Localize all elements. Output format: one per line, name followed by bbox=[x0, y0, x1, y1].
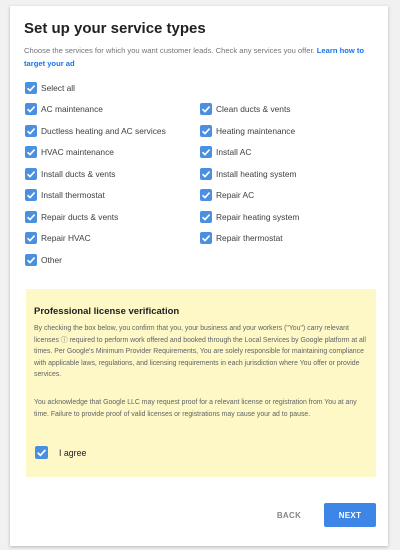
back-button[interactable]: BACK bbox=[266, 504, 312, 526]
service-right-4-label: Repair AC bbox=[216, 190, 255, 200]
service-right-6-label: Repair thermostat bbox=[216, 233, 283, 243]
checkmark-icon bbox=[26, 213, 36, 221]
agree-label: I agree bbox=[59, 448, 87, 458]
service-right-3-checkbox[interactable] bbox=[200, 167, 212, 180]
checkmark-icon bbox=[26, 170, 36, 178]
service-left-7-label: Other bbox=[41, 254, 62, 265]
service-left-2-label: HVAC maintenance bbox=[41, 147, 114, 157]
service-right-0-label: Clean ducts & vents bbox=[216, 104, 291, 114]
service-left-3-label: Install ducts & vents bbox=[41, 168, 116, 179]
checkmark-icon bbox=[201, 213, 211, 221]
service-left-5-label: Repair ducts & vents bbox=[41, 211, 119, 222]
service-left-0-checkbox[interactable] bbox=[25, 103, 37, 115]
service-left-4-checkbox[interactable] bbox=[25, 189, 37, 201]
checkmark-icon bbox=[26, 256, 36, 264]
service-right-2-checkbox[interactable] bbox=[200, 146, 212, 158]
checkmark-icon bbox=[201, 235, 211, 242]
service-right-4-checkbox[interactable] bbox=[200, 189, 212, 201]
service-left-2-checkbox[interactable] bbox=[25, 146, 37, 158]
checkmark-icon bbox=[26, 235, 36, 242]
service-left-3-checkbox[interactable] bbox=[25, 167, 37, 180]
checkmark-icon bbox=[201, 127, 211, 135]
service-right-5-label: Repair heating system bbox=[216, 211, 300, 222]
service-right-1-checkbox[interactable] bbox=[200, 124, 212, 137]
service-right-0-checkbox[interactable] bbox=[200, 103, 212, 115]
service-left-1-label: Ductless heating and AC services bbox=[41, 125, 166, 136]
service-right-1-label: Heating maintenance bbox=[216, 125, 296, 136]
select-all-label: Select all bbox=[41, 83, 75, 93]
dialog-title: Set up your service types bbox=[24, 20, 206, 37]
service-left-6-checkbox[interactable] bbox=[25, 232, 37, 244]
service-left-5-checkbox[interactable] bbox=[25, 210, 37, 223]
service-right-5-checkbox[interactable] bbox=[200, 210, 212, 223]
select-all-checkbox[interactable] bbox=[25, 82, 37, 94]
service-left-4-label: Install thermostat bbox=[41, 190, 105, 200]
service-left-6-label: Repair HVAC bbox=[41, 233, 91, 243]
agree-checkbox[interactable] bbox=[35, 446, 48, 459]
checkmark-icon bbox=[26, 106, 36, 113]
service-types-dialog: Set up your service types Choose the ser… bbox=[10, 6, 388, 546]
checkmark-icon bbox=[26, 192, 36, 199]
checkmark-icon bbox=[201, 106, 211, 113]
service-left-7-checkbox[interactable] bbox=[25, 253, 37, 266]
license-verification-box: Professional license verification By che… bbox=[26, 289, 376, 477]
dialog-description: Choose the services for which you want c… bbox=[24, 44, 374, 70]
next-button[interactable]: NEXT bbox=[324, 503, 376, 527]
service-left-0-label: AC maintenance bbox=[41, 104, 103, 114]
service-left-1-checkbox[interactable] bbox=[25, 124, 37, 137]
service-right-6-checkbox[interactable] bbox=[200, 232, 212, 244]
checkmark-icon bbox=[26, 127, 36, 135]
license-title: Professional license verification bbox=[34, 306, 180, 317]
checkmark-icon bbox=[201, 149, 211, 156]
license-paragraph-1: By checking the box below, you confirm t… bbox=[34, 325, 366, 379]
checkmark-icon bbox=[26, 149, 36, 156]
license-paragraph-2: You acknowledge that Google LLC may requ… bbox=[34, 399, 357, 418]
service-right-3-label: Install heating system bbox=[216, 168, 297, 179]
checkmark-icon bbox=[201, 192, 211, 199]
description-text: Choose the services for which you want c… bbox=[24, 46, 317, 55]
checkmark-icon bbox=[26, 85, 36, 92]
service-right-2-label: Install AC bbox=[216, 147, 252, 157]
checkmark-icon bbox=[201, 170, 211, 178]
checkmark-icon bbox=[37, 449, 47, 457]
